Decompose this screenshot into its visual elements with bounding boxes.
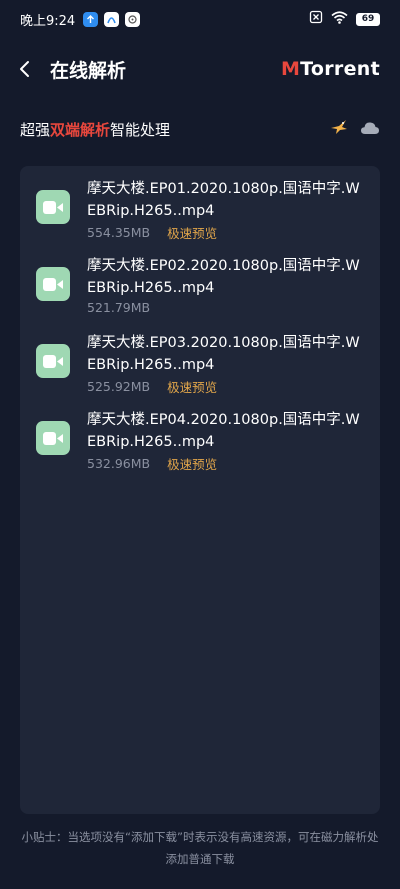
app-notification-icon	[125, 11, 141, 27]
file-list-panel: 摩天大楼.EP01.2020.1080p.国语中字.WEBRip.H265..m…	[20, 166, 380, 814]
subtitle: 超强双端解析智能处理	[20, 120, 171, 139]
cloud-icon	[360, 120, 380, 139]
file-name: 摩天大楼.EP02.2020.1080p.国语中字.WEBRip.H265..m…	[87, 258, 360, 296]
file-item[interactable]: 摩天大楼.EP04.2020.1080p.国语中字.WEBRip.H265..m…	[20, 401, 380, 477]
fast-preview-link[interactable]: 极速预览	[167, 454, 217, 473]
chevron-left-icon	[20, 61, 29, 77]
file-name: 摩天大楼.EP03.2020.1080p.国语中字.WEBRip.H265..m…	[87, 335, 360, 373]
screen: 晚上9:24 69 在线解析 MTorrent 超强双端解析智能处理 摩天大楼.…	[0, 0, 400, 889]
file-meta: 525.92MB 极速预览	[87, 377, 217, 396]
video-file-icon	[36, 267, 70, 301]
subtitle-row: 超强双端解析智能处理	[20, 114, 380, 144]
video-file-icon	[36, 344, 70, 378]
file-item[interactable]: 摩天大楼.EP02.2020.1080p.国语中字.WEBRip.H265..m…	[20, 247, 380, 323]
video-file-icon	[36, 421, 70, 455]
brand-logo: MTorrent	[280, 58, 380, 80]
file-name: 摩天大楼.EP01.2020.1080p.国语中字.WEBRip.H265..m…	[87, 181, 360, 219]
file-item[interactable]: 摩天大楼.EP01.2020.1080p.国语中字.WEBRip.H265..m…	[20, 170, 380, 246]
file-item[interactable]: 摩天大楼.EP03.2020.1080p.国语中字.WEBRip.H265..m…	[20, 324, 380, 400]
fast-preview-link[interactable]: 极速预览	[167, 223, 217, 242]
file-meta: 532.96MB 极速预览	[87, 454, 217, 473]
page-title: 在线解析	[50, 59, 127, 82]
fast-preview-link[interactable]: 极速预览	[167, 377, 217, 396]
file-name: 摩天大楼.EP04.2020.1080p.国语中字.WEBRip.H265..m…	[87, 412, 360, 450]
file-size: 554.35MB	[87, 225, 151, 240]
file-meta: 521.79MB	[87, 300, 167, 315]
back-button[interactable]	[2, 46, 48, 92]
no-sim-icon	[309, 10, 323, 28]
app-notification-icon	[104, 11, 120, 27]
video-file-icon	[36, 190, 70, 224]
file-size: 521.79MB	[87, 300, 151, 315]
file-meta: 554.35MB 极速预览	[87, 223, 217, 242]
tip-text: 小贴士：当选项没有“添加下载”时表示没有高速资源，可在磁力解析处 添加普通下载	[21, 830, 379, 866]
file-size: 532.96MB	[87, 456, 151, 471]
bird-icon	[330, 119, 348, 139]
app-header: 在线解析 MTorrent	[0, 46, 400, 92]
subtitle-icons	[330, 119, 380, 139]
app-notification-icon	[83, 11, 99, 27]
wifi-icon	[331, 10, 348, 28]
status-time: 晚上9:24	[20, 13, 76, 29]
status-indicators: 69	[309, 10, 380, 28]
file-size: 525.92MB	[87, 379, 151, 394]
battery-indicator: 69	[356, 12, 380, 26]
status-bar: 晚上9:24 69	[0, 0, 400, 38]
